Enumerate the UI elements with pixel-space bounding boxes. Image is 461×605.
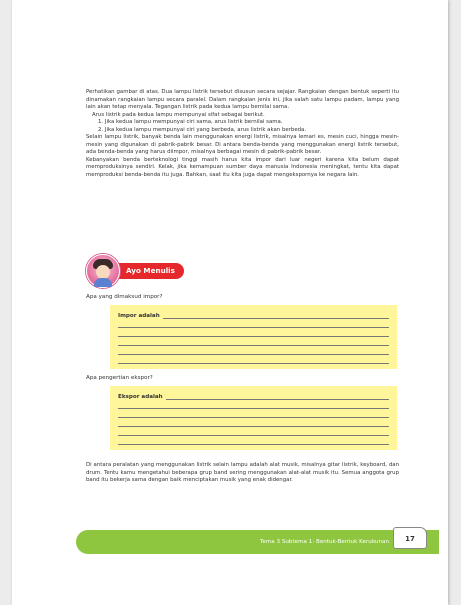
closing-text: Di antara peralatan yang menggunakan lis…: [86, 462, 399, 485]
student-avatar-icon: [86, 254, 120, 288]
answer-line[interactable]: [118, 337, 389, 346]
answer-label-ekspor: Ekspor adalah: [118, 394, 163, 400]
list-item-2: 2. Jika kedua lampu mempunyai ciri yang …: [98, 126, 307, 133]
answer-line[interactable]: [118, 328, 389, 337]
answer-line[interactable]: [118, 418, 389, 427]
answer-line[interactable]: [118, 409, 389, 418]
page-number: 17: [393, 527, 427, 549]
answer-line[interactable]: [162, 313, 389, 319]
footer-band: Tema 3 Subtema 1: Bentuk-Bentuk Kerukuna…: [76, 527, 439, 554]
answer-line[interactable]: [118, 400, 389, 409]
answer-line[interactable]: [118, 436, 389, 445]
paragraph-electric-devices: Selain lampu listrik, banyak benda lain …: [86, 134, 399, 155]
list-item-1: 1. Jika kedua lampu mempunyai ciri sama,…: [98, 119, 283, 125]
answer-label-impor: Impor adalah: [118, 313, 160, 319]
answer-line[interactable]: [165, 394, 389, 400]
paragraph-high-tech-import: Kebanyakan benda berteknologi tinggi mas…: [86, 156, 399, 178]
question-impor: Apa yang dimaksud impor?: [86, 294, 163, 300]
footer-theme-title: Tema 3 Subtema 1: Bentuk-Bentuk Kerukuna…: [259, 539, 389, 545]
paragraph-musical-instruments: Di antara peralatan yang menggunakan lis…: [86, 462, 399, 483]
answer-line[interactable]: [118, 346, 389, 355]
paragraph-parallel-circuit: Perhatikan gambar di atas. Dua lampu lis…: [86, 89, 399, 110]
paragraph-current-properties: Arus listrik pada kedua lampu mempunyai …: [92, 111, 265, 118]
answer-line[interactable]: [118, 319, 389, 328]
intro-text: Perhatikan gambar di atas. Dua lampu lis…: [86, 89, 399, 179]
textbook-page: Perhatikan gambar di atas. Dua lampu lis…: [12, 0, 448, 605]
answer-line[interactable]: [118, 355, 389, 364]
answer-line[interactable]: [118, 427, 389, 436]
activity-heading: Ayo Menulis: [86, 254, 246, 288]
answer-box-ekspor[interactable]: Ekspor adalah: [110, 386, 397, 450]
answer-box-impor[interactable]: Impor adalah: [110, 305, 397, 369]
question-ekspor: Apa pengertian ekspor?: [86, 375, 153, 381]
